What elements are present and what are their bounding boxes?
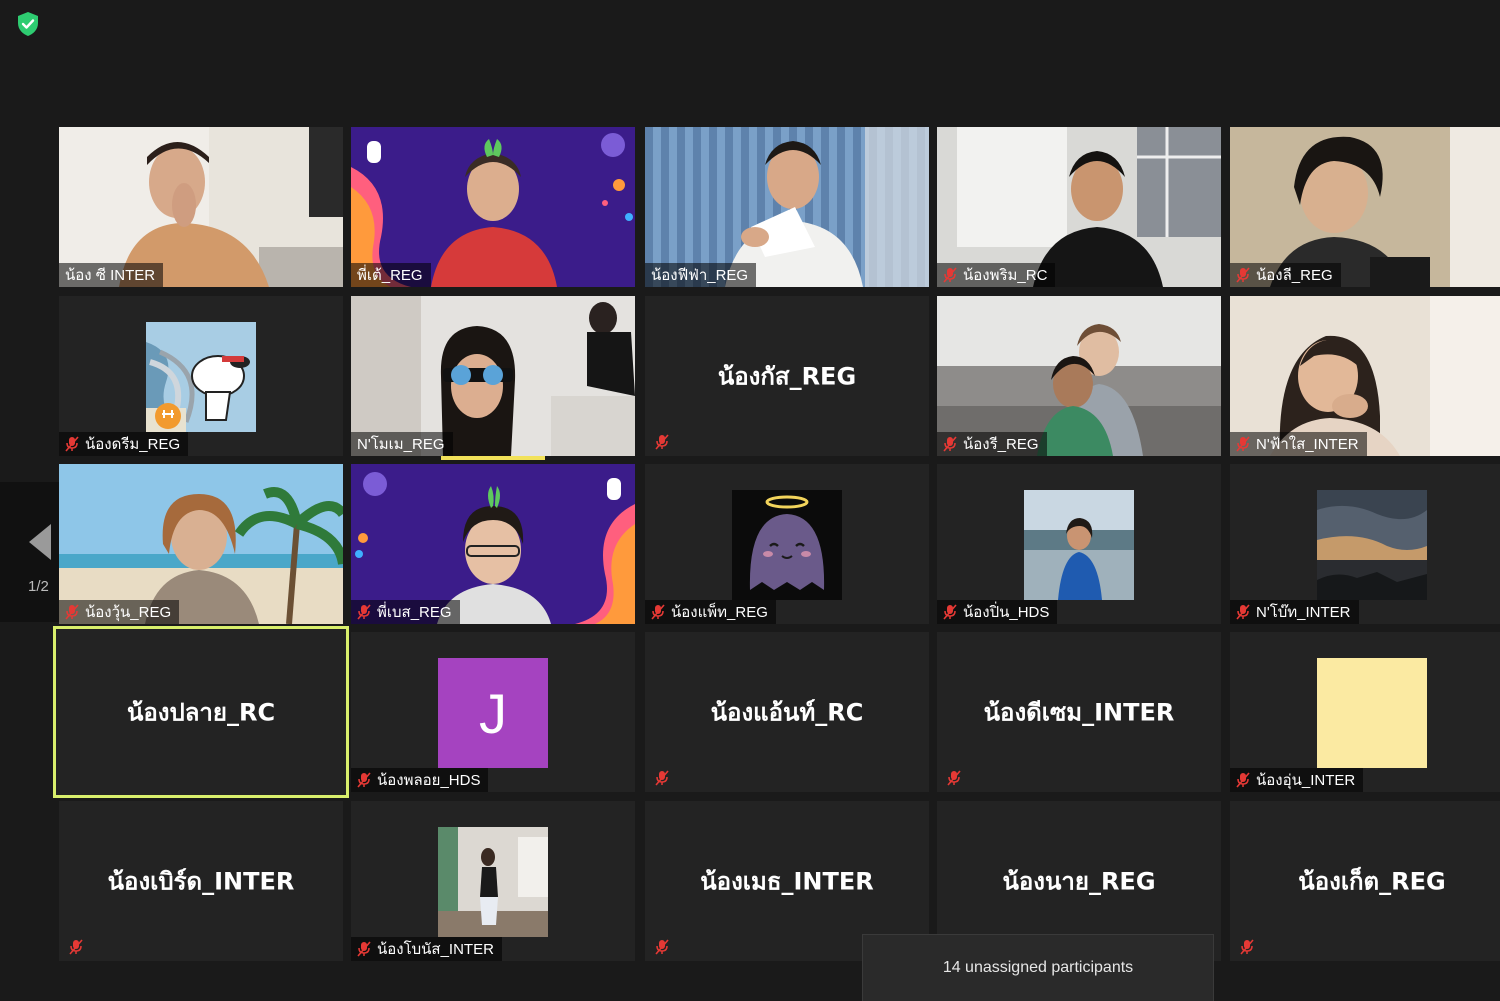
participant-tile[interactable]: N'โบ๊ท_INTER (1230, 464, 1500, 624)
participant-display-name: น้องดีเซม_INTER (983, 698, 1175, 727)
unassigned-participants-toast[interactable]: 14 unassigned participants (862, 934, 1214, 1001)
participant-display-name: น้องแอ้นท์_RC (710, 698, 864, 727)
participant-display-name: น้องปลาย_RC (126, 698, 276, 727)
participant-tile[interactable]: น้องอุ่น_INTER (1230, 632, 1500, 792)
participant-name-label: น้องแพ็ท_REG (645, 600, 776, 624)
profile-picture (1317, 658, 1427, 768)
mic-muted-icon (653, 937, 671, 957)
participant-display-name: น้องนาย_REG (1002, 867, 1156, 896)
participant-name-label: น้องลี_REG (1230, 263, 1341, 287)
chevron-left-icon (29, 524, 51, 560)
participant-name-label: น้องรี_REG (937, 432, 1047, 456)
participant-name-label: น้องพลอย_HDS (351, 768, 489, 792)
mic-muted-icon (67, 937, 85, 957)
participant-tile[interactable]: น้องเก็ต_REG (1230, 801, 1500, 961)
participant-tile[interactable]: น้องรี_REG (937, 296, 1221, 456)
mic-muted-icon (651, 604, 665, 620)
participant-name-label: พี่เบส_REG (351, 600, 460, 624)
mic-muted-icon (1238, 937, 1256, 957)
participant-display-name: น้องกัส_REG (717, 362, 857, 391)
participant-display-name: น้องเก็ต_REG (1298, 867, 1446, 896)
mic-muted-icon (943, 267, 957, 283)
profile-picture (438, 827, 548, 937)
participant-display-name: น้องเมธ_INTER (700, 867, 874, 896)
participant-tile-active-speaker[interactable]: น้องปลาย_RC (53, 626, 349, 798)
mic-muted-icon (65, 604, 79, 620)
participant-tile[interactable]: น้องเบิร์ด_INTER (59, 801, 343, 961)
security-shield-icon[interactable] (14, 10, 42, 38)
participant-tile[interactable]: น้องวุ้น_REG (59, 464, 343, 624)
participant-name-label: น้องอุ่น_INTER (1230, 768, 1364, 792)
mic-muted-icon (1236, 772, 1250, 788)
participant-name-label: น้องโบนัส_INTER (351, 937, 502, 961)
mic-muted-icon (1236, 267, 1250, 283)
initial-avatar: J (438, 658, 548, 768)
mic-muted-icon (653, 432, 671, 452)
participant-name-label: น้องวุ้น_REG (59, 600, 180, 624)
participant-tile[interactable]: น้องฟีฟ่า_REG (645, 127, 929, 287)
mic-muted-icon (357, 604, 371, 620)
mic-muted-icon (65, 436, 79, 452)
mic-muted-icon (357, 772, 371, 788)
participant-name-label: N'ฟ้าใส_INTER (1230, 432, 1367, 456)
mic-muted-icon (357, 941, 371, 957)
mic-muted-icon (943, 436, 957, 452)
participant-tile[interactable]: น้องแอ้นท์_RC (645, 632, 929, 792)
participant-name-label: N'โมเม_REG (351, 432, 453, 456)
participant-tile[interactable]: น้องดรีม_REG (59, 296, 343, 456)
participant-tile[interactable]: น้องดีเซม_INTER (937, 632, 1221, 792)
mic-muted-icon (1236, 436, 1250, 452)
participant-tile[interactable]: N'โมเม_REG (351, 296, 635, 460)
participant-tile[interactable]: N'ฟ้าใส_INTER (1230, 296, 1500, 456)
profile-picture (1317, 490, 1427, 600)
participant-name-label: น้องปิ่น_HDS (937, 600, 1058, 624)
participant-tile[interactable]: น้องพริม_RC (937, 127, 1221, 287)
participant-name-label: น้องดรีม_REG (59, 432, 189, 456)
participant-name-label: น้องพริม_RC (937, 263, 1056, 287)
participant-tile[interactable]: น้องโบนัส_INTER (351, 801, 635, 961)
participant-tile[interactable]: J น้องพลอย_HDS (351, 632, 635, 792)
profile-picture (732, 490, 842, 600)
mic-muted-icon (945, 768, 963, 788)
participant-name-label: น้อง ซี INTER (59, 263, 164, 287)
mic-muted-icon (943, 604, 957, 620)
participant-tile[interactable]: น้อง ซี INTER (59, 127, 343, 287)
participant-display-name: น้องเบิร์ด_INTER (107, 867, 295, 896)
participant-tile[interactable]: พี่เบส_REG (351, 464, 635, 624)
profile-picture (1024, 490, 1134, 600)
profile-picture (146, 322, 256, 432)
participant-tile[interactable]: น้องแพ็ท_REG (645, 464, 929, 624)
mic-muted-icon (653, 768, 671, 788)
participant-name-label: น้องฟีฟ่า_REG (645, 263, 757, 287)
participant-name-label: N'โบ๊ท_INTER (1230, 600, 1359, 624)
speaking-indicator (441, 456, 545, 460)
participant-tile[interactable]: น้องกัส_REG (645, 296, 929, 456)
page-indicator: 1/2 (28, 578, 49, 595)
participant-name-label: พี่เต้_REG (351, 263, 431, 287)
participant-tile[interactable]: น้องปิ่น_HDS (937, 464, 1221, 624)
participant-tile[interactable]: พี่เต้_REG (351, 127, 635, 287)
mic-muted-icon (1236, 604, 1250, 620)
participant-tile[interactable]: น้องลี_REG (1230, 127, 1500, 287)
